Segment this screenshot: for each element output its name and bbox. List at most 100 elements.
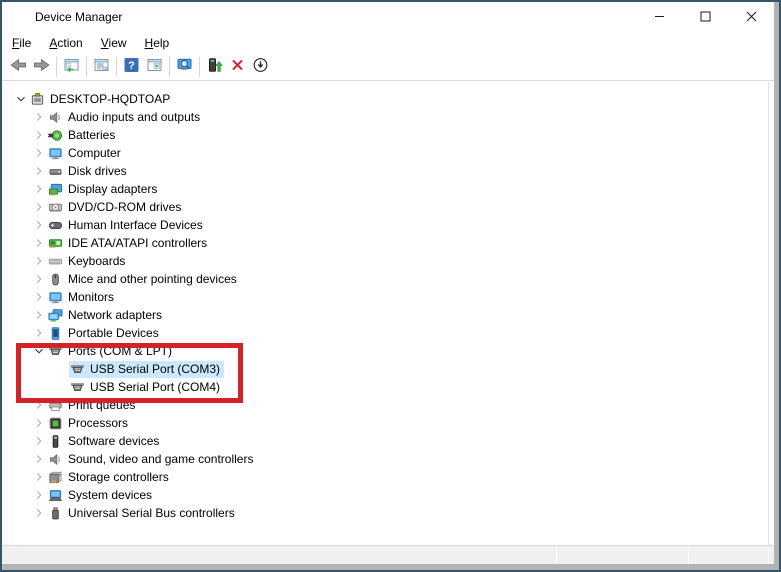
chevron-right-icon[interactable]	[30, 397, 47, 413]
help-button[interactable]: ?	[120, 55, 143, 79]
show-hide-action-pane-button[interactable]	[143, 55, 166, 79]
properties-button[interactable]	[90, 55, 113, 79]
svg-text:?: ?	[128, 60, 135, 72]
statusbar-separator	[688, 548, 689, 564]
tree-item-audio-inputs-and-outputs[interactable]: Audio inputs and outputs	[2, 108, 768, 126]
back-icon	[10, 57, 27, 76]
chevron-down-icon[interactable]	[12, 91, 29, 107]
statusbar-separator	[556, 548, 557, 564]
menu-help[interactable]: Help	[136, 34, 179, 52]
forward-icon	[33, 57, 50, 76]
chevron-right-icon[interactable]	[30, 163, 47, 179]
statusbar-separator	[768, 548, 769, 564]
toolbar-separator	[86, 56, 87, 77]
tree-item-ports-com-lpt[interactable]: Ports (COM & LPT)	[2, 342, 768, 360]
uninstall-icon	[229, 57, 246, 76]
show-hide-console-tree-button[interactable]	[60, 55, 83, 79]
tree-item-ide-ata-atapi-controllers[interactable]: IDE ATA/ATAPI controllers	[2, 234, 768, 252]
chevron-right-icon[interactable]	[30, 199, 47, 215]
chevron-right-icon[interactable]	[30, 505, 47, 521]
chevron-right-icon[interactable]	[30, 181, 47, 197]
network-icon	[48, 308, 63, 323]
tree-item-usb-serial-port-com4[interactable]: USB Serial Port (COM4)	[2, 378, 768, 396]
tree-item-software-devices[interactable]: Software devices	[2, 432, 768, 450]
tree-item-mice-and-other-pointing-devices[interactable]: Mice and other pointing devices	[2, 270, 768, 288]
tree-item-portable-devices[interactable]: Portable Devices	[2, 324, 768, 342]
mouse-icon	[48, 272, 63, 287]
tree-item-desktop-hqdtoap[interactable]: DESKTOP-HQDTOAP	[2, 90, 768, 108]
chevron-right-icon[interactable]	[30, 415, 47, 431]
close-button[interactable]	[728, 2, 774, 32]
tree-item-dvd-cd-rom-drives[interactable]: DVD/CD-ROM drives	[2, 198, 768, 216]
help-icon: ?	[123, 57, 140, 76]
properties-icon	[93, 57, 110, 76]
chevron-right-icon[interactable]	[30, 271, 47, 287]
menu-file[interactable]: File	[3, 34, 40, 52]
titlebar: Device Manager	[2, 2, 774, 32]
disable-device-button[interactable]	[249, 55, 272, 79]
minimize-button[interactable]	[636, 2, 682, 32]
system-device-icon	[48, 488, 63, 503]
toolbar-separator	[56, 56, 57, 77]
tree-item-human-interface-devices[interactable]: Human Interface Devices	[2, 216, 768, 234]
serial-port-icon	[48, 344, 63, 359]
tree-item-usb-serial-port-com3[interactable]: USB Serial Port (COM3)	[2, 360, 768, 378]
chevron-right-icon[interactable]	[30, 451, 47, 467]
processor-icon	[48, 416, 63, 431]
dvd-icon	[48, 200, 63, 215]
scan-for-hardware-changes-button[interactable]	[173, 55, 196, 79]
minimize-icon	[654, 10, 665, 25]
menu-action[interactable]: Action	[40, 34, 91, 52]
tree-item-display-adapters[interactable]: Display adapters	[2, 180, 768, 198]
disable-icon	[252, 57, 269, 76]
tree-item-print-queues[interactable]: Print queues	[2, 396, 768, 414]
window-title: Device Manager	[35, 10, 123, 24]
tree-item-storage-controllers[interactable]: Storage controllers	[2, 468, 768, 486]
chevron-right-icon[interactable]	[30, 109, 47, 125]
tree-item-network-adapters[interactable]: Network adapters	[2, 306, 768, 324]
tree-item-batteries[interactable]: Batteries	[2, 126, 768, 144]
chevron-right-icon[interactable]	[30, 433, 47, 449]
battery-icon	[48, 128, 63, 143]
chevron-right-icon[interactable]	[30, 253, 47, 269]
update-driver-icon	[206, 57, 224, 76]
device-manager-icon	[11, 9, 27, 25]
forward-button[interactable]	[30, 55, 53, 79]
tree-item-sound-video-and-game-controllers[interactable]: Sound, video and game controllers	[2, 450, 768, 468]
chevron-right-icon[interactable]	[30, 487, 47, 503]
action-pane-icon	[146, 57, 163, 76]
window-frame	[2, 564, 779, 570]
tree-item-monitors[interactable]: Monitors	[2, 288, 768, 306]
chevron-right-icon[interactable]	[30, 127, 47, 143]
storage-icon	[48, 470, 63, 485]
tree-item-keyboards[interactable]: Keyboards	[2, 252, 768, 270]
update-driver-button[interactable]	[203, 55, 226, 79]
monitor-icon	[48, 290, 63, 305]
chevron-right-icon[interactable]	[30, 469, 47, 485]
menubar: File Action View Help	[2, 32, 774, 53]
back-button[interactable]	[7, 55, 30, 79]
serial-port-icon	[70, 380, 85, 395]
chevron-placeholder	[52, 361, 69, 377]
tree-item-processors[interactable]: Processors	[2, 414, 768, 432]
chevron-right-icon[interactable]	[30, 235, 47, 251]
display-adapter-icon	[48, 182, 63, 197]
speaker-icon	[48, 452, 63, 467]
menu-view[interactable]: View	[92, 34, 136, 52]
chevron-right-icon[interactable]	[30, 307, 47, 323]
chevron-right-icon[interactable]	[30, 217, 47, 233]
tree-item-universal-serial-bus-controllers[interactable]: Universal Serial Bus controllers	[2, 504, 768, 522]
usb-icon	[48, 506, 63, 521]
maximize-button[interactable]	[682, 2, 728, 32]
close-icon	[746, 10, 757, 25]
uninstall-device-button[interactable]	[226, 55, 249, 79]
chevron-right-icon[interactable]	[30, 325, 47, 341]
printer-icon	[48, 398, 63, 413]
ide-controller-icon	[48, 236, 63, 251]
chevron-down-icon[interactable]	[30, 343, 47, 359]
chevron-right-icon[interactable]	[30, 289, 47, 305]
tree-item-system-devices[interactable]: System devices	[2, 486, 768, 504]
tree-item-disk-drives[interactable]: Disk drives	[2, 162, 768, 180]
tree-item-computer[interactable]: Computer	[2, 144, 768, 162]
chevron-right-icon[interactable]	[30, 145, 47, 161]
